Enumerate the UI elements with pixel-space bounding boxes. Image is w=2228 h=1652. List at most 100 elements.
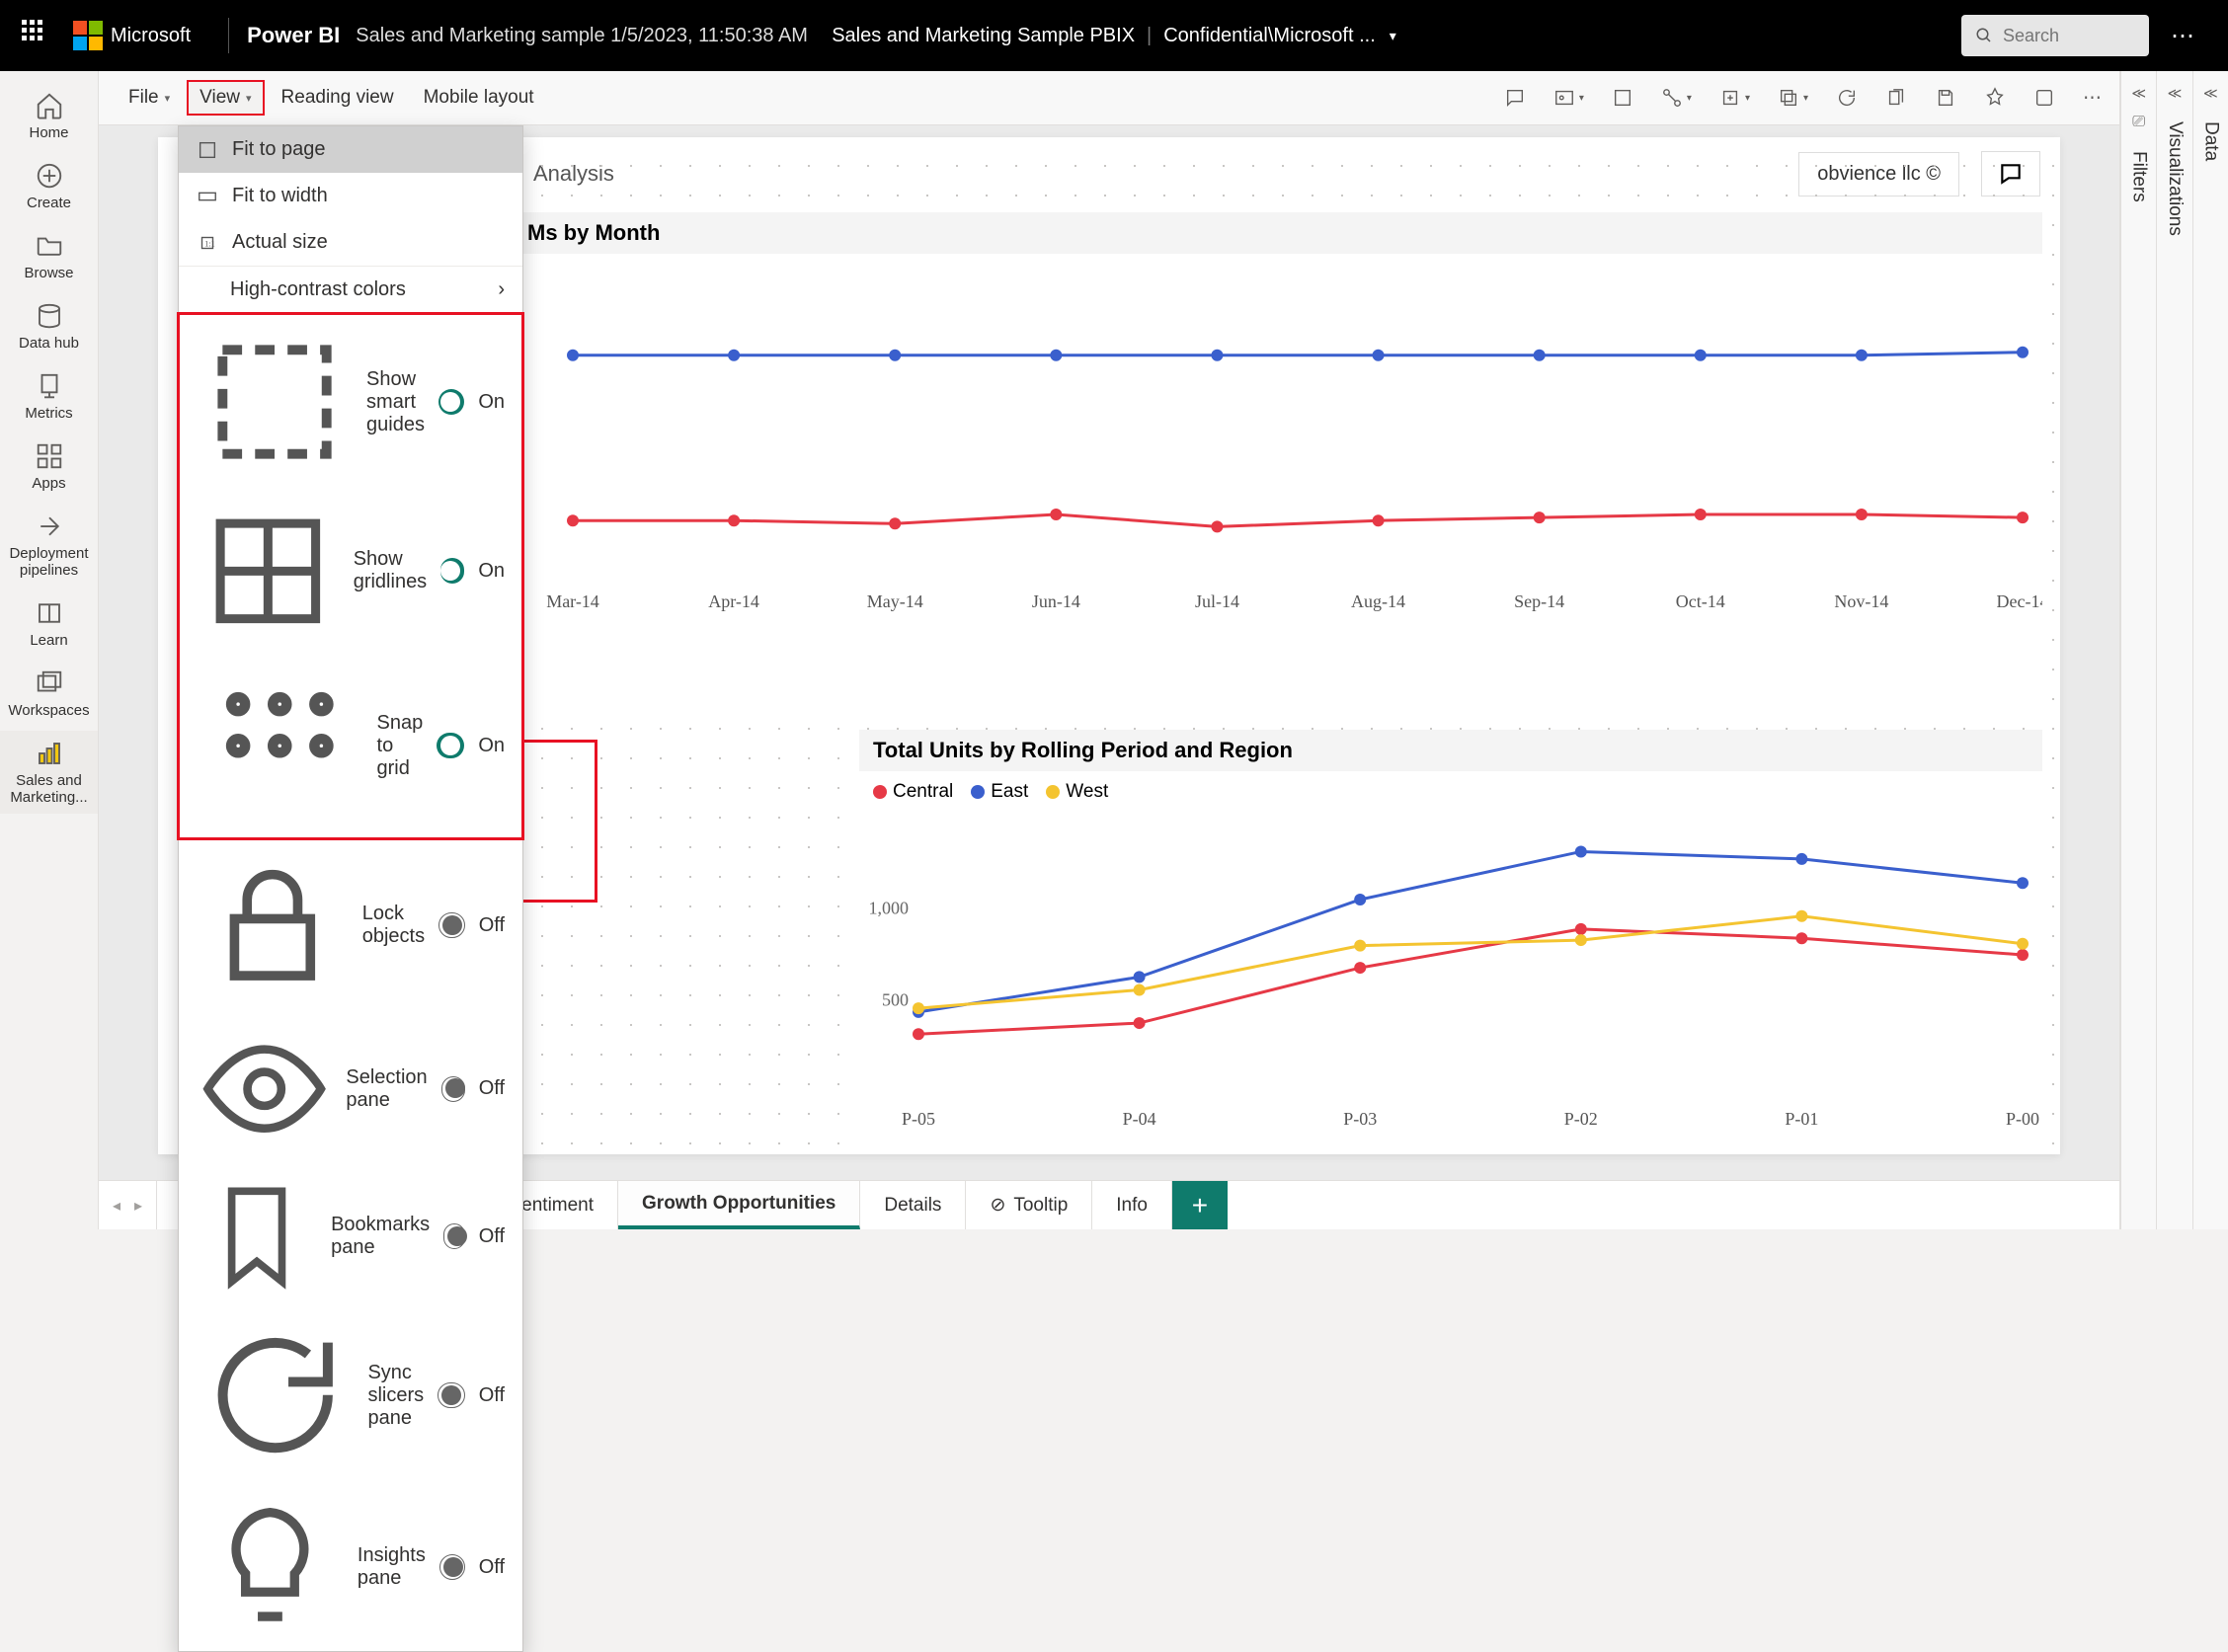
expand-icon[interactable]: ≪ [2168,85,2183,102]
menu-lock-objects[interactable]: Lock objects Off [179,839,522,1011]
view-dropdown: Fit to page Fit to width 1:1 Actual size… [178,125,523,1652]
chart-title: Total Units by Rolling Period and Region [859,730,2042,771]
eye-icon [197,1021,332,1156]
toggle-switch[interactable] [437,733,464,758]
menu-high-contrast[interactable]: High-contrast colors › [179,267,522,313]
chevron-down-icon: ▾ [165,92,171,105]
menu-insights-pane[interactable]: Insights pane Off [179,1484,522,1651]
microsoft-label: Microsoft [111,25,191,47]
svg-text:P-04: P-04 [1123,1109,1156,1129]
svg-text:P-03: P-03 [1343,1109,1377,1129]
svg-text:P-05: P-05 [902,1109,935,1129]
grid-icon [197,500,340,643]
more-button[interactable]: ⋯ [2083,87,2102,110]
toggle-switch[interactable] [441,1076,465,1102]
menu-view[interactable]: View▾ [188,81,263,115]
duplicate-button[interactable] [1885,87,1907,109]
tab-details[interactable]: Details [860,1181,966,1229]
product-name[interactable]: Power BI [247,23,340,48]
ribbon: File▾ View▾ Reading view Mobile layout ▾… [99,71,2119,125]
svg-text:1:1: 1:1 [204,239,215,248]
nav-workspaces[interactable]: Workspaces [0,661,98,727]
expand-icon[interactable]: ≪ [2203,85,2218,102]
search-input[interactable] [1961,15,2149,56]
menu-bookmarks-pane[interactable]: Bookmarks pane Off [179,1166,522,1306]
toggle-switch[interactable] [438,912,465,938]
app-launcher-icon[interactable] [22,20,53,51]
visualizations-pane[interactable]: ≪ Visualizations [2156,71,2191,1229]
comments-button[interactable] [1504,87,1526,109]
tab-growth-opportunities[interactable]: Growth Opportunities [618,1181,860,1229]
menu-actual-size[interactable]: 1:1 Actual size [179,219,522,266]
search-icon [1975,27,1993,44]
more-options-icon[interactable]: ⋯ [2171,22,2194,50]
file-name: Sales and Marketing Sample PBIX [832,25,1135,47]
svg-text:Dec-14: Dec-14 [1997,591,2042,611]
search-field[interactable] [2003,26,2121,46]
menu-snap-to-grid[interactable]: Snap to grid On [179,653,522,839]
svg-text:Aug-14: Aug-14 [1351,591,1405,611]
nav-current-workspace[interactable]: Sales and Marketing... [0,731,98,814]
chevron-down-icon[interactable]: ▾ [1390,28,1396,44]
export-button[interactable]: ▾ [1719,87,1750,109]
share-button[interactable]: ▾ [1778,87,1808,109]
sync-icon [197,1316,354,1473]
add-page-button[interactable]: + [1172,1181,1228,1229]
svg-text:Mar-14: Mar-14 [546,591,599,611]
menu-reading-view[interactable]: Reading view [270,81,406,115]
classification-label: Confidential\Microsoft ... [1163,25,1376,47]
svg-text:May-14: May-14 [867,591,923,611]
data-pane[interactable]: ≪ Data [2192,71,2228,1229]
tab-nav-arrows[interactable]: ◂▸ [99,1181,157,1229]
fit-page-icon [197,139,218,161]
explore-button[interactable]: ▾ [1553,87,1584,109]
svg-text:P-00: P-00 [2006,1109,2039,1129]
nav-create[interactable]: Create [0,153,98,219]
obvience-credit: obvience llc © [1798,152,1959,197]
toggle-switch[interactable] [438,1382,465,1408]
teams-button[interactable] [1612,87,1633,109]
toggle-switch[interactable] [443,1223,465,1249]
breadcrumb[interactable]: Sales and Marketing Sample PBIX | Confid… [832,25,1396,47]
tab-tooltip[interactable]: ⊘Tooltip [966,1181,1092,1229]
menu-show-gridlines[interactable]: Show gridlines On [179,490,522,653]
menu-sync-slicers[interactable]: Sync slicers pane Off [179,1306,522,1483]
svg-text:500: 500 [882,990,909,1010]
toggle-switch[interactable] [438,389,464,415]
svg-text:Oct-14: Oct-14 [1676,591,1725,611]
menu-fit-to-page[interactable]: Fit to page [179,126,522,173]
nav-pipelines[interactable]: Deployment pipelines [0,504,98,587]
nav-home[interactable]: Home [0,83,98,149]
chart-ms-by-month[interactable]: Ms by Month Mar-14Apr-14May-14Jun-14Jul-… [514,212,2042,726]
nav-apps[interactable]: Apps [0,433,98,500]
nav-datahub[interactable]: Data hub [0,293,98,359]
nav-learn[interactable]: Learn [0,590,98,657]
svg-text:P-01: P-01 [1785,1109,1818,1129]
svg-text:Sep-14: Sep-14 [1514,591,1564,611]
left-nav: Home Create Browse Data hub Metrics Apps… [0,71,99,1229]
chevron-down-icon: ▾ [246,92,252,105]
toggle-switch[interactable] [439,1554,465,1580]
embed-button[interactable] [2033,87,2055,109]
refresh-button[interactable] [1836,87,1858,109]
svg-text:Jun-14: Jun-14 [1032,591,1080,611]
actual-size-icon: 1:1 [197,232,218,254]
menu-selection-pane[interactable]: Selection pane Off [179,1011,522,1166]
lineage-button[interactable]: ▾ [1661,87,1692,109]
menu-smart-guides[interactable]: Show smart guides On [179,314,522,490]
save-button[interactable] [1935,87,1956,109]
menu-file[interactable]: File▾ [117,81,182,115]
chevron-right-icon: › [498,278,505,301]
chart-plot: Mar-14Apr-14May-14Jun-14Jul-14Aug-14Sep-… [514,260,2042,615]
expand-icon[interactable]: ≪ [2131,85,2146,102]
filters-pane[interactable]: ≪ ⎚ Filters [2120,71,2156,1229]
chart-total-units[interactable]: Total Units by Rolling Period and Region… [859,730,2042,1144]
tab-info[interactable]: Info [1092,1181,1172,1229]
comment-icon[interactable] [1981,151,2040,197]
menu-mobile-layout[interactable]: Mobile layout [412,81,546,115]
nav-browse[interactable]: Browse [0,223,98,289]
toggle-switch[interactable] [440,558,464,584]
pin-button[interactable] [1984,87,2006,109]
nav-metrics[interactable]: Metrics [0,363,98,430]
menu-fit-to-width[interactable]: Fit to width [179,173,522,219]
